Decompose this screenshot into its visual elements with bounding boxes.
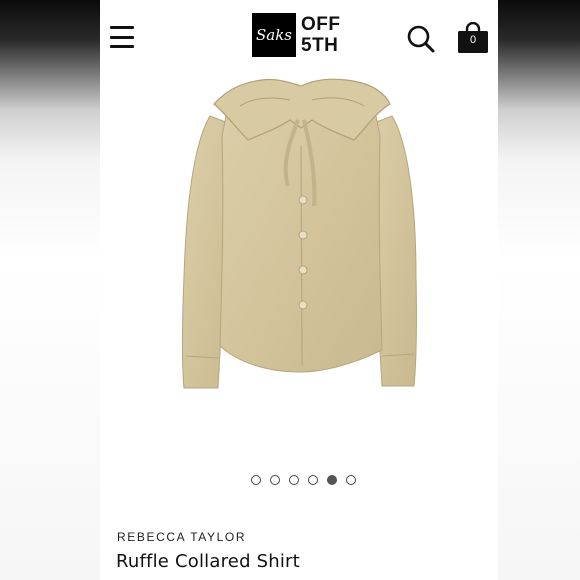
- site-header: Saks OFF 5TH 0: [100, 0, 498, 78]
- product-title: Ruffle Collared Shirt: [116, 551, 300, 572]
- logo-mark: Saks: [252, 13, 296, 57]
- hamburger-menu-icon[interactable]: [110, 26, 134, 48]
- product-brand[interactable]: REBECCA TAYLOR: [117, 530, 246, 544]
- logo-text: OFF 5TH: [301, 14, 341, 56]
- product-page: Saks OFF 5TH 0 REBECCA TAYLOR Ruffle Col…: [100, 0, 498, 580]
- search-icon[interactable]: [406, 24, 436, 54]
- carousel-dot[interactable]: [307, 475, 318, 485]
- carousel-dot[interactable]: [288, 475, 299, 485]
- logo-line-1: OFF: [301, 14, 341, 35]
- carousel-dot[interactable]: [250, 475, 261, 485]
- product-image[interactable]: [170, 76, 430, 396]
- logo-line-2: 5TH: [301, 35, 339, 56]
- carousel-dots: [100, 475, 498, 489]
- saks-off-5th-logo[interactable]: Saks OFF 5TH: [252, 12, 341, 58]
- carousel-dot[interactable]: [269, 475, 280, 485]
- carousel-dot[interactable]: [326, 475, 337, 485]
- shopping-bag-icon[interactable]: 0: [457, 21, 489, 54]
- bag-count: 0: [469, 34, 477, 46]
- carousel-dot[interactable]: [345, 475, 356, 485]
